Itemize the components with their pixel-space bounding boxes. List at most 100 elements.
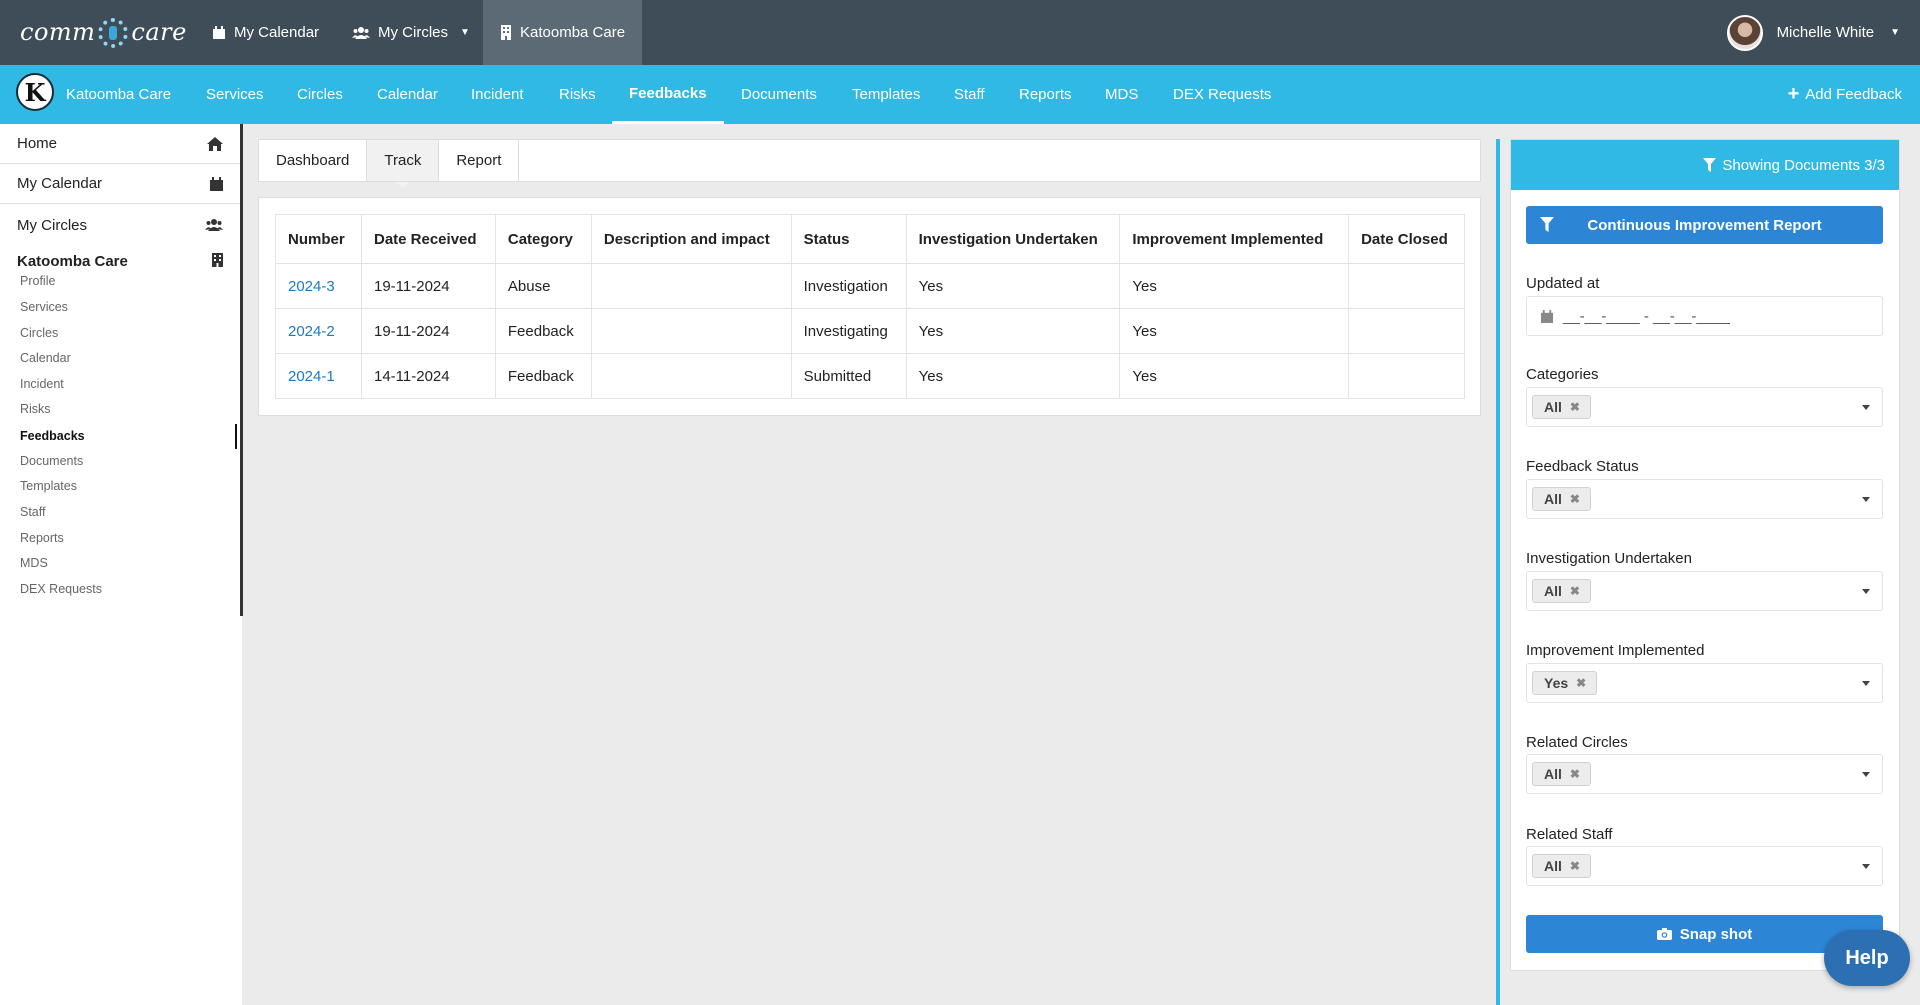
sidebar-sub-services[interactable]: Services [20, 300, 68, 314]
logo-cog-icon [98, 18, 129, 48]
updated-at-date-range[interactable]: __-__-____ - __-__-____ [1526, 296, 1883, 336]
chip-label: All [1544, 583, 1562, 599]
chevron-down-icon [1862, 864, 1870, 869]
sidebar-sub-templates[interactable]: Templates [20, 479, 77, 493]
top-nav-org[interactable]: Katoomba Care [483, 0, 643, 65]
chip-label: All [1544, 858, 1562, 874]
org-logo[interactable]: K [16, 73, 54, 111]
remove-icon[interactable]: ✖ [1570, 492, 1580, 506]
related-staff-select[interactable]: All ✖ [1526, 846, 1883, 886]
sidebar-sub-reports[interactable]: Reports [20, 531, 64, 545]
sidebar-sub-profile[interactable]: Profile [20, 274, 55, 288]
column-header-investigation[interactable]: Investigation Undertaken [905, 214, 1121, 264]
chip-label: All [1544, 766, 1562, 782]
sidebar-sub-risks[interactable]: Risks [20, 402, 51, 416]
selected-chip: All ✖ [1532, 579, 1591, 603]
user-menu[interactable]: Michelle White ▼ [1726, 0, 1900, 65]
nav-staff[interactable]: Staff [954, 65, 985, 124]
chevron-down-icon [1862, 405, 1870, 410]
cell-number: 2024-1 [275, 353, 362, 399]
nav-mds[interactable]: MDS [1105, 65, 1138, 124]
selected-chip: All ✖ [1532, 487, 1591, 511]
column-header-status[interactable]: Status [790, 214, 907, 264]
chip-label: Yes [1544, 675, 1569, 691]
cell-date-closed [1348, 308, 1465, 354]
remove-icon[interactable]: ✖ [1570, 400, 1580, 414]
improvement-implemented-select[interactable]: Yes ✖ [1526, 663, 1883, 703]
cell-category: Feedback [494, 308, 592, 354]
remove-icon[interactable]: ✖ [1570, 584, 1580, 598]
sidebar-item-my-calendar[interactable]: My Calendar [0, 164, 240, 204]
calendar-icon [210, 176, 223, 191]
column-header-date-closed[interactable]: Date Closed [1348, 214, 1465, 264]
showing-documents-count: Showing Documents 3/3 [1722, 156, 1885, 174]
users-icon [205, 219, 223, 231]
sidebar-sub-circles[interactable]: Circles [20, 326, 58, 340]
sidebar-item-my-circles[interactable]: My Circles [0, 205, 240, 245]
sidebar-home-label: Home [17, 135, 58, 152]
sidebar-sub-staff[interactable]: Staff [20, 505, 45, 519]
cell-status: Submitted [790, 353, 907, 399]
nav-feedbacks[interactable]: Feedbacks [612, 65, 724, 124]
improvement-implemented-label: Improvement Implemented [1526, 642, 1705, 659]
continuous-improvement-report-button[interactable]: Continuous Improvement Report [1526, 206, 1883, 244]
chevron-down-icon: ▼ [1890, 27, 1900, 38]
tab-report[interactable]: Report [439, 140, 520, 181]
nav-documents[interactable]: Documents [741, 65, 817, 124]
cell-description [590, 353, 792, 399]
sidebar-item-org[interactable]: Katoomba Care [17, 253, 223, 270]
column-header-number[interactable]: Number [275, 214, 362, 264]
categories-select[interactable]: All ✖ [1526, 387, 1883, 427]
remove-icon[interactable]: ✖ [1576, 676, 1586, 690]
help-button[interactable]: Help [1824, 930, 1910, 986]
nav-risks[interactable]: Risks [559, 65, 596, 124]
feedback-link[interactable]: 2024-1 [288, 368, 335, 385]
sidebar-my-calendar-label: My Calendar [17, 175, 103, 192]
top-nav-my-calendar[interactable]: My Calendar [212, 0, 319, 65]
remove-icon[interactable]: ✖ [1570, 767, 1580, 781]
top-nav-my-circles[interactable]: My Circles ▼ [352, 0, 470, 65]
column-header-category[interactable]: Category [494, 214, 592, 264]
top-nav-my-circles-label: My Circles [378, 24, 448, 41]
column-header-date-received[interactable]: Date Received [360, 214, 496, 264]
feedback-status-label: Feedback Status [1526, 458, 1639, 475]
cell-improvement: Yes [1119, 308, 1350, 354]
nav-templates[interactable]: Templates [852, 65, 920, 124]
sidebar-sub-documents[interactable]: Documents [20, 454, 83, 468]
tab-track[interactable]: Track [367, 140, 440, 189]
nav-circles[interactable]: Circles [297, 65, 343, 124]
column-header-improvement[interactable]: Improvement Implemented [1119, 214, 1350, 264]
add-feedback-button[interactable]: + Add Feedback [1788, 65, 1902, 124]
avatar [1726, 14, 1763, 51]
cell-date-received: 19-11-2024 [360, 308, 496, 354]
investigation-undertaken-select[interactable]: All ✖ [1526, 571, 1883, 611]
feedback-table-panel: Number Date Received Category Descriptio… [258, 197, 1481, 416]
sidebar-sub-calendar[interactable]: Calendar [20, 351, 71, 365]
nav-incident[interactable]: Incident [471, 65, 524, 124]
nav-calendar[interactable]: Calendar [377, 65, 438, 124]
feedback-link[interactable]: 2024-2 [288, 323, 335, 340]
column-header-description[interactable]: Description and impact [590, 214, 792, 264]
continuous-improvement-report-label: Continuous Improvement Report [1587, 216, 1822, 234]
feedback-table: Number Date Received Category Descriptio… [275, 214, 1465, 399]
nav-katoomba-care[interactable]: Katoomba Care [66, 65, 171, 124]
nav-reports[interactable]: Reports [1019, 65, 1072, 124]
feedback-link[interactable]: 2024-3 [288, 278, 335, 295]
nav-services[interactable]: Services [206, 65, 264, 124]
chevron-down-icon [1862, 497, 1870, 502]
section-nav: K Katoomba Care Services Circles Calenda… [0, 65, 1920, 124]
related-circles-select[interactable]: All ✖ [1526, 754, 1883, 794]
sidebar-sub-dex-requests[interactable]: DEX Requests [20, 582, 102, 596]
nav-dex-requests[interactable]: DEX Requests [1173, 65, 1271, 124]
sidebar-item-home[interactable]: Home [0, 124, 240, 164]
sidebar-sub-mds[interactable]: MDS [20, 556, 48, 570]
sidebar-divider [240, 124, 243, 616]
feedback-status-select[interactable]: All ✖ [1526, 479, 1883, 519]
tab-dashboard[interactable]: Dashboard [259, 140, 368, 181]
chevron-down-icon [1862, 772, 1870, 777]
remove-icon[interactable]: ✖ [1570, 859, 1580, 873]
sidebar-sub-incident[interactable]: Incident [20, 377, 64, 391]
commcare-logo[interactable]: comm care [20, 14, 187, 50]
table-row: 2024-3 19-11-2024 Abuse Investigation Ye… [275, 263, 1465, 309]
sidebar-sub-feedbacks[interactable]: Feedbacks [20, 429, 85, 443]
